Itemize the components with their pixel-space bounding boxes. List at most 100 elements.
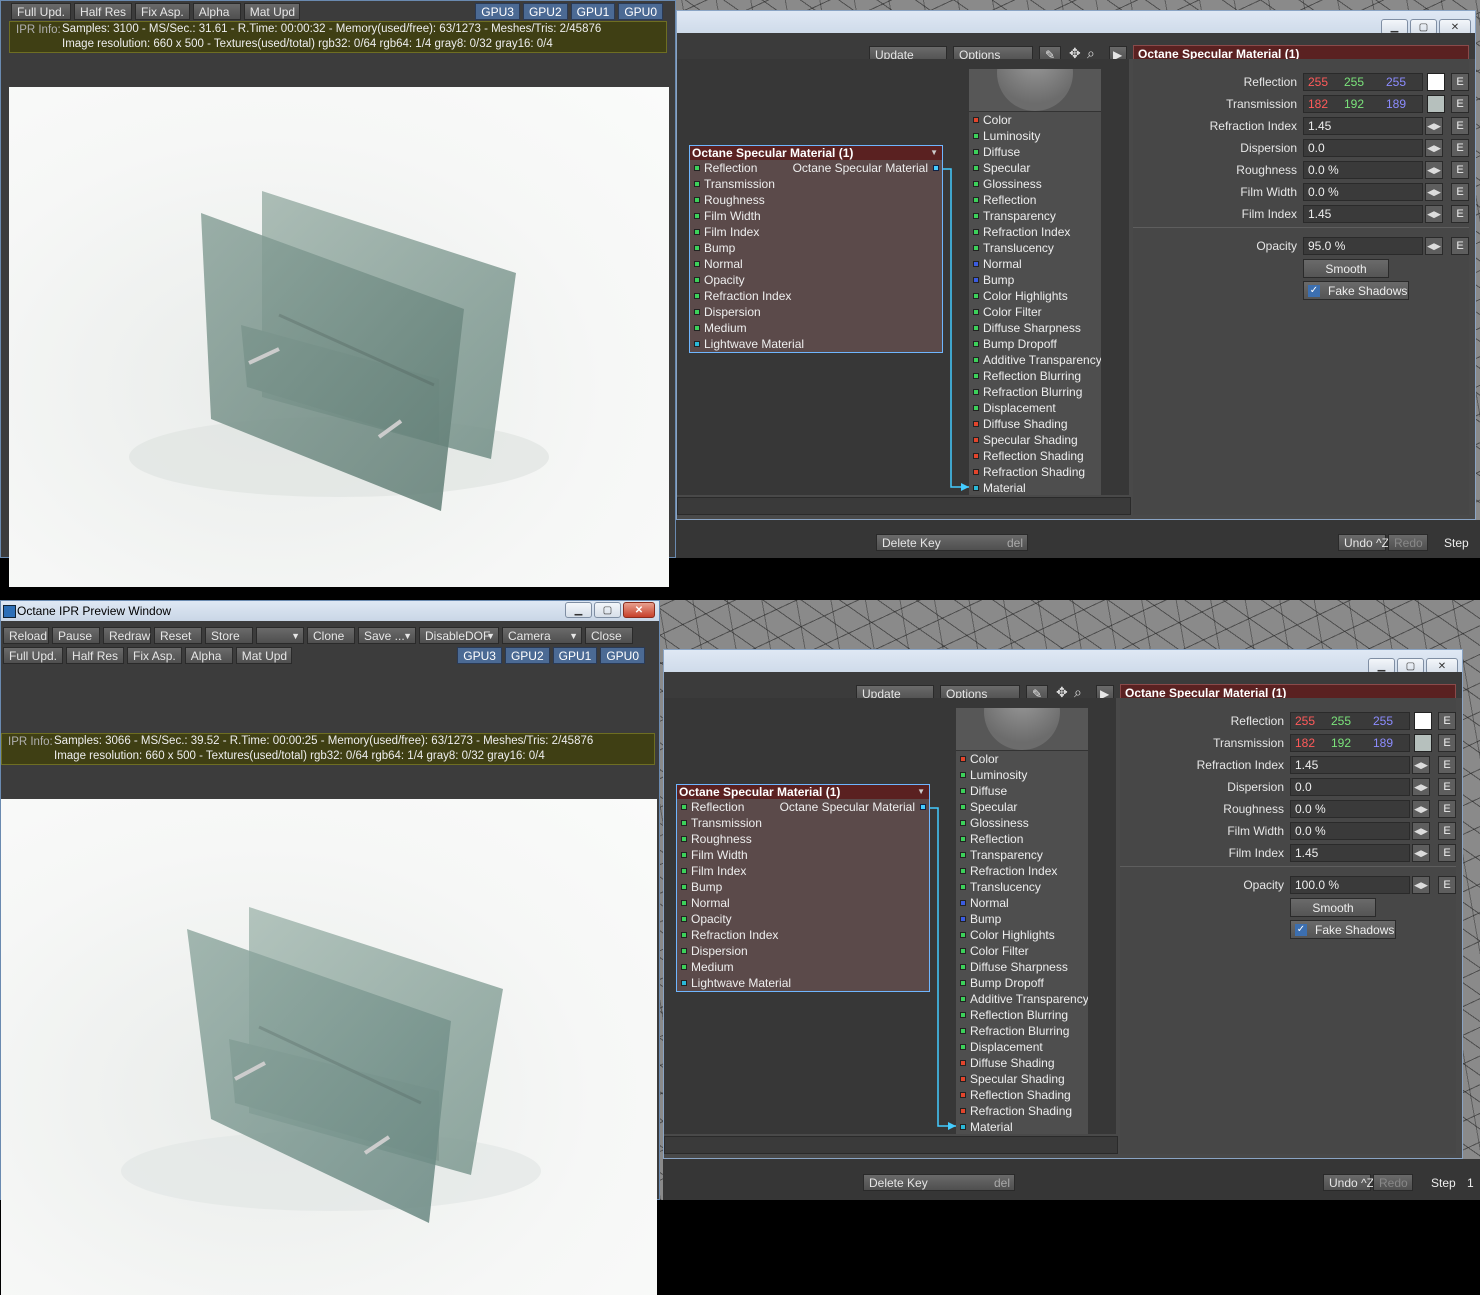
surface-input-row[interactable]: Refraction Shading [956,1103,1088,1119]
envelope-button[interactable]: E [1438,778,1456,796]
mat-update-button[interactable]: Mat Upd [235,646,292,664]
input-port-icon[interactable] [973,261,979,267]
close-button[interactable]: Close [585,626,633,644]
node-canvas[interactable]: Octane Specular Material (1) Reflection O… [664,698,1116,1134]
input-port-icon[interactable] [960,1124,966,1130]
film-width-field[interactable]: 0.0 % [1303,183,1423,201]
input-port-icon[interactable] [960,1076,966,1082]
input-port-icon[interactable] [694,325,700,331]
node-editor-scrollbar[interactable] [677,497,1131,515]
node-editor-scrollbar[interactable] [664,1136,1118,1154]
input-port-icon[interactable] [960,900,966,906]
delete-key-button[interactable]: Delete Key del [876,534,1028,551]
node-input-row[interactable]: Film Index [690,224,942,240]
input-port-icon[interactable] [960,1092,966,1098]
slider-arrows-icon[interactable]: ◀▶ [1425,139,1443,157]
surface-input-row[interactable]: Transparency [969,208,1101,224]
color-channel-r[interactable]: 255 [1308,74,1328,91]
color-swatch[interactable] [1414,712,1432,730]
surface-input-row[interactable]: Transparency [956,847,1088,863]
envelope-button[interactable]: E [1451,117,1469,135]
surface-input-row[interactable]: Translucency [956,879,1088,895]
input-port-icon[interactable] [960,804,966,810]
surface-input-row[interactable]: Reflection Blurring [969,368,1101,384]
input-port-icon[interactable] [960,996,966,1002]
surface-node[interactable]: Color Luminosity Diffuse Specular Glossiness… [969,69,1101,495]
surface-input-row[interactable]: Luminosity [956,767,1088,783]
input-port-icon[interactable] [973,469,979,475]
input-port-icon[interactable] [681,900,687,906]
surface-input-row[interactable]: Refraction Blurring [956,1023,1088,1039]
input-port-icon[interactable] [973,149,979,155]
input-port-icon[interactable] [960,772,966,778]
input-port-icon[interactable] [694,213,700,219]
redo-button[interactable]: Redo [1388,534,1428,551]
surface-input-row[interactable]: Refraction Shading [969,464,1101,480]
color-channel-b[interactable]: 255 [1373,713,1393,730]
node-canvas[interactable]: Octane Specular Material (1) Reflection O… [677,59,1129,495]
input-port-icon[interactable] [960,836,966,842]
node-input-row[interactable]: Dispersion [690,304,942,320]
surface-input-row[interactable]: Color Filter [956,943,1088,959]
transmission-color-field[interactable]: 182 192 189 [1290,734,1410,752]
surface-input-row[interactable]: Color [956,751,1088,767]
reload-button[interactable]: Reload [3,626,49,644]
slider-arrows-icon[interactable]: ◀▶ [1412,822,1430,840]
envelope-button[interactable]: E [1451,139,1469,157]
surface-input-row[interactable]: Reflection Shading [956,1087,1088,1103]
surface-input-row[interactable]: Additive Transparency [956,991,1088,1007]
film-width-field[interactable]: 0.0 % [1290,822,1410,840]
input-port-icon[interactable] [973,117,979,123]
surface-input-row[interactable]: Color Highlights [956,927,1088,943]
envelope-button[interactable]: E [1451,237,1469,255]
color-channel-g[interactable]: 192 [1344,96,1364,113]
reset-button[interactable]: Reset [154,626,202,644]
surface-input-row[interactable]: Specular Shading [956,1071,1088,1087]
input-port-icon[interactable] [973,277,979,283]
gpu1-button[interactable]: GPU1 [570,2,616,20]
surface-input-row[interactable]: Reflection Shading [969,448,1101,464]
reflection-color-field[interactable]: 255 255 255 [1303,73,1423,91]
slider-arrows-icon[interactable]: ◀▶ [1412,778,1430,796]
color-channel-r[interactable]: 182 [1308,96,1328,113]
input-port-icon[interactable] [681,980,687,986]
color-swatch[interactable] [1427,73,1445,91]
envelope-button[interactable]: E [1438,734,1456,752]
save-dropdown[interactable]: Save ... [358,626,416,644]
input-port-icon[interactable] [973,357,979,363]
envelope-button[interactable]: E [1438,822,1456,840]
surface-input-row[interactable]: Bump [956,911,1088,927]
output-port-icon[interactable] [933,165,939,171]
input-port-icon[interactable] [973,421,979,427]
color-channel-g[interactable]: 192 [1331,735,1351,752]
full-update-button[interactable]: Full Upd. [11,2,72,20]
input-port-icon[interactable] [960,820,966,826]
surface-input-row[interactable]: Color Filter [969,304,1101,320]
envelope-button[interactable]: E [1451,205,1469,223]
input-port-icon[interactable] [973,181,979,187]
surface-input-row[interactable]: Material [956,1119,1088,1134]
slider-arrows-icon[interactable]: ◀▶ [1425,161,1443,179]
gpu2-button[interactable]: GPU2 [522,2,568,20]
surface-input-row[interactable]: Color Highlights [969,288,1101,304]
color-channel-r[interactable]: 255 [1295,713,1315,730]
node-input-row[interactable]: Opacity [677,911,929,927]
surface-input-row[interactable]: Diffuse Sharpness [969,320,1101,336]
surface-input-row[interactable]: Reflection Blurring [956,1007,1088,1023]
ipr-render-view-top[interactable] [9,87,669,587]
input-port-icon[interactable] [973,453,979,459]
node-input-row[interactable]: Lightwave Material [690,336,942,352]
alpha-button[interactable]: Alpha [192,2,241,20]
surface-input-row[interactable]: Diffuse Sharpness [956,959,1088,975]
input-port-icon[interactable] [973,213,979,219]
input-port-icon[interactable] [960,1060,966,1066]
ipr-render-view-bottom[interactable] [1,799,657,1295]
surface-input-row[interactable]: Reflection [969,192,1101,208]
input-port-icon[interactable] [960,1044,966,1050]
input-port-icon[interactable] [681,868,687,874]
color-swatch[interactable] [1427,95,1445,113]
input-port-icon[interactable] [960,980,966,986]
input-port-icon[interactable] [973,293,979,299]
full-update-button[interactable]: Full Upd. [3,646,64,664]
surface-input-row[interactable]: Glossiness [956,815,1088,831]
